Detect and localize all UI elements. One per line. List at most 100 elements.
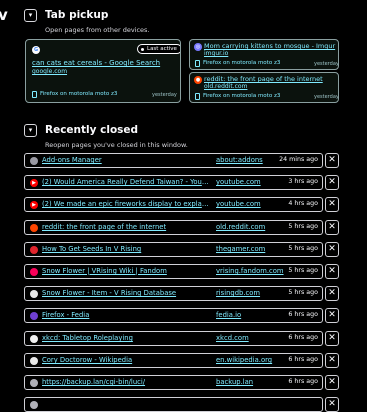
close-icon: ✕ <box>328 222 336 232</box>
recently-closed-row[interactable]: ▶ (2) Would America Really Defend Taiwan?… <box>24 175 323 190</box>
close-icon: ✕ <box>328 377 336 387</box>
dismiss-tab-button[interactable]: ✕ <box>325 175 339 190</box>
youtube-icon: ▶ <box>30 201 38 209</box>
youtube-icon: ▶ <box>30 179 38 187</box>
recently-closed-url[interactable]: risingdb.com <box>216 289 286 297</box>
dismiss-tab-button[interactable]: ✕ <box>325 308 339 323</box>
reddit-icon: ● <box>194 76 202 84</box>
reddit-icon <box>30 224 38 232</box>
dismiss-tab-button[interactable]: ✕ <box>325 331 339 346</box>
synced-tab-card-1[interactable]: G Last active can cats eat cereals - Goo… <box>25 39 181 103</box>
recently-closed-url[interactable]: fedia.io <box>216 311 286 319</box>
recently-closed-url[interactable]: vrising.fandom.com <box>216 267 286 275</box>
recently-closed-url[interactable]: about:addons <box>216 156 286 164</box>
recently-closed-title[interactable]: Add-ons Manager <box>42 156 210 164</box>
synced-tab-device: Firefox on motorola moto z3 <box>203 93 281 99</box>
close-icon: ✕ <box>328 155 336 165</box>
recently-closed-url[interactable]: xkcd.com <box>216 334 286 342</box>
synced-tab-card-2[interactable]: ◎ Mom carrying kittens to mosque - Imgur… <box>189 39 339 70</box>
recently-closed-time: 6 hrs ago <box>288 334 318 341</box>
recently-closed-title[interactable]: (2) Would America Really Defend Taiwan? … <box>42 178 210 186</box>
dismiss-tab-button[interactable]: ✕ <box>325 397 339 412</box>
recently-closed-row[interactable]: reddit: the front page of the internet ol… <box>24 220 323 235</box>
recently-closed-url[interactable]: youtube.com <box>216 178 286 186</box>
synced-tab-title[interactable]: Mom carrying kittens to mosque - Imgur <box>204 42 335 50</box>
synced-tab-time: yesterday <box>152 92 177 98</box>
google-icon: G <box>32 46 40 54</box>
recently-closed-time: 24 mins ago <box>279 156 318 163</box>
synced-tab-card-3[interactable]: ● reddit: the front page of the internet… <box>189 72 339 103</box>
recently-closed-row[interactable]: ▶ (2) We made an epic fireworks display t… <box>24 197 323 212</box>
globe-icon <box>30 401 38 409</box>
phone-icon <box>32 91 37 98</box>
dismiss-tab-button[interactable]: ✕ <box>325 242 339 257</box>
dismiss-tab-button[interactable]: ✕ <box>325 153 339 168</box>
recently-closed-title[interactable]: Firefox - Fedia <box>42 311 210 319</box>
recently-closed-time: 3 hrs ago <box>288 178 318 185</box>
recently-closed-time: 6 hrs ago <box>288 356 318 363</box>
fandom-icon <box>30 268 38 276</box>
synced-tab-url[interactable]: old.reddit.com <box>204 83 247 90</box>
puzzle-icon <box>30 157 38 165</box>
close-icon: ✕ <box>328 399 336 409</box>
thegamer-icon <box>30 246 38 254</box>
last-active-badge: Last active <box>137 44 180 54</box>
dismiss-tab-button[interactable]: ✕ <box>325 197 339 212</box>
recently-closed-url[interactable]: old.reddit.com <box>216 223 286 231</box>
close-icon: ✕ <box>328 199 336 209</box>
phone-icon <box>195 93 200 100</box>
last-active-label: Last active <box>147 46 177 52</box>
recently-closed-row[interactable]: Firefox - Fedia fedia.io 6 hrs ago <box>24 308 323 323</box>
synced-tab-url[interactable]: google.com <box>32 68 67 75</box>
recently-closed-row[interactable]: Snow Flower - Item - V Rising Database ri… <box>24 286 323 301</box>
synced-tab-time: yesterday <box>314 94 339 100</box>
recently-closed-title[interactable]: https://backup.lan/cgi-bin/luci/ <box>42 378 210 386</box>
close-icon: ✕ <box>328 244 336 254</box>
synced-tab-device: Firefox on motorola moto z3 <box>203 60 281 66</box>
recently-closed-url[interactable]: thegamer.com <box>216 245 286 253</box>
synced-tab-title[interactable]: can cats eat cereals - Google Search <box>32 59 160 67</box>
recently-closed-row[interactable]: How To Get Seeds In V Rising thegamer.com… <box>24 242 323 257</box>
recently-closed-row[interactable]: Cory Doctorow - Wikipedia en.wikipedia.or… <box>24 353 323 368</box>
recently-closed-row[interactable] <box>24 397 323 412</box>
close-icon: ✕ <box>328 266 336 276</box>
recently-closed-title[interactable]: Cory Doctorow - Wikipedia <box>42 356 210 364</box>
close-icon: ✕ <box>328 355 336 365</box>
recently-closed-url[interactable]: backup.lan <box>216 378 286 386</box>
recently-closed-row[interactable]: Add-ons Manager about:addons 24 mins ago <box>24 153 323 168</box>
recently-closed-row[interactable]: https://backup.lan/cgi-bin/luci/backup.l… <box>24 375 323 390</box>
recently-closed-time: 4 hrs ago <box>288 200 318 207</box>
recently-closed-collapse-toggle[interactable]: ▾ <box>24 124 37 137</box>
dismiss-tab-button[interactable]: ✕ <box>325 353 339 368</box>
dismiss-tab-button[interactable]: ✕ <box>325 286 339 301</box>
recently-closed-row[interactable]: xkcd: Tabletop Roleplaying xkcd.com 6 hrs … <box>24 331 323 346</box>
dismiss-tab-button[interactable]: ✕ <box>325 220 339 235</box>
recently-closed-time: 6 hrs ago <box>288 311 318 318</box>
recently-closed-time: 6 hrs ago <box>288 378 318 385</box>
recently-closed-title[interactable]: (2) We made an epic fireworks display to… <box>42 200 210 208</box>
fedia-icon <box>30 312 38 320</box>
globe-icon: ◎ <box>194 43 202 51</box>
close-icon: ✕ <box>328 333 336 343</box>
recently-closed-subtitle: Reopen pages you've closed in this windo… <box>45 141 188 149</box>
recently-closed-url[interactable]: en.wikipedia.org <box>216 356 286 364</box>
recently-closed-row[interactable]: Snow Flower | VRising Wiki | Fandom vrisi… <box>24 264 323 279</box>
recently-closed-url[interactable]: youtube.com <box>216 200 286 208</box>
synced-tab-url[interactable]: imgur.io <box>204 50 228 57</box>
recently-closed-title[interactable]: reddit: the front page of the internet <box>42 223 210 231</box>
recently-closed-title[interactable]: Snow Flower | VRising Wiki | Fandom <box>42 267 210 275</box>
active-dot-icon <box>141 48 144 51</box>
synced-tab-time: yesterday <box>314 61 339 67</box>
close-icon: ✕ <box>328 177 336 187</box>
recently-closed-time: 5 hrs ago <box>288 289 318 296</box>
synced-tab-title[interactable]: reddit: the front page of the internet <box>204 75 323 83</box>
recently-closed-title[interactable]: Snow Flower - Item - V Rising Database <box>42 289 210 297</box>
recently-closed-title[interactable]: How To Get Seeds In V Rising <box>42 245 210 253</box>
risingdb-icon <box>30 290 38 298</box>
dismiss-tab-button[interactable]: ✕ <box>325 375 339 390</box>
xkcd-icon <box>30 335 38 343</box>
tab-pickup-collapse-toggle[interactable]: ▾ <box>24 9 37 22</box>
dismiss-tab-button[interactable]: ✕ <box>325 264 339 279</box>
recently-closed-heading: Recently closed <box>45 124 139 136</box>
recently-closed-title[interactable]: xkcd: Tabletop Roleplaying <box>42 334 210 342</box>
